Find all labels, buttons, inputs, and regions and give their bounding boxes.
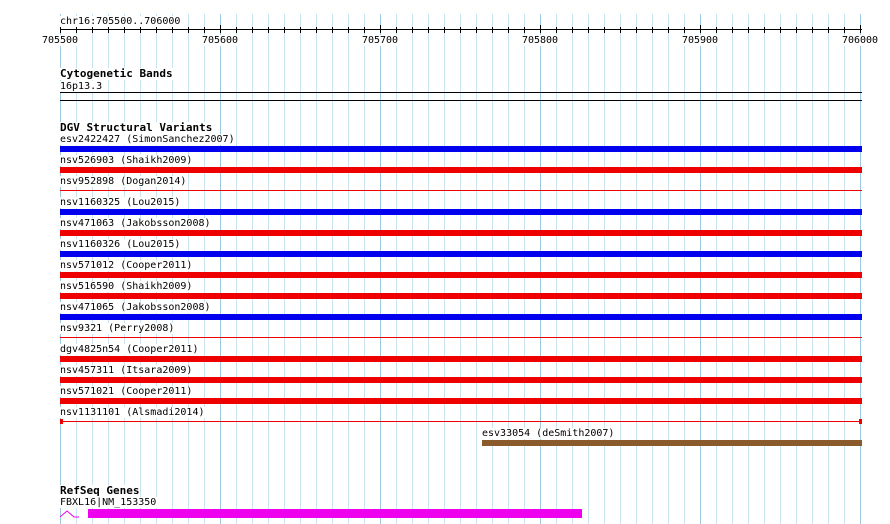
- ruler-tick-label: 706000: [841, 35, 879, 46]
- dgv-feature-label[interactable]: nsv571012 (Cooper2011): [60, 260, 194, 271]
- dgv-feature-bar[interactable]: [60, 398, 862, 404]
- dgv-feature-label[interactable]: nsv471063 (Jakobsson2008): [60, 218, 212, 229]
- dgv-feature-bar[interactable]: [60, 314, 862, 320]
- ruler-tick-label: 705500: [41, 35, 79, 46]
- ruler-tick-label: 705600: [201, 35, 239, 46]
- refseq-track-title: RefSeq Genes: [60, 484, 140, 497]
- dgv-feature-label[interactable]: nsv526903 (Shaikh2009): [60, 155, 194, 166]
- dgv-feature-bar[interactable]: [60, 190, 862, 191]
- cytoband-bar-top: [60, 92, 862, 93]
- region-label: chr16:705500..706000: [60, 16, 182, 27]
- gene-feature[interactable]: [88, 509, 582, 518]
- dgv-feature-bar[interactable]: [60, 272, 862, 278]
- dgv-feature-bar[interactable]: [60, 356, 862, 362]
- dgv-feature-bar[interactable]: [60, 230, 862, 236]
- cytoband-bar-bottom: [60, 100, 862, 101]
- dgv-track-title: DGV Structural Variants: [60, 121, 213, 134]
- dgv-feature-bar[interactable]: [60, 421, 862, 422]
- dgv-feature-label[interactable]: nsv1160326 (Lou2015): [60, 239, 182, 250]
- dgv-feature-label[interactable]: dgv4825n54 (Cooper2011): [60, 344, 200, 355]
- dgv-feature-endcap: [859, 419, 862, 424]
- dgv-feature-bar[interactable]: [60, 337, 862, 338]
- dgv-feature-label[interactable]: esv33054 (deSmith2007): [482, 428, 616, 439]
- dgv-feature-label[interactable]: nsv952898 (Dogan2014): [60, 176, 188, 187]
- dgv-feature-bar[interactable]: [60, 209, 862, 215]
- ruler-tick-label: 705800: [521, 35, 559, 46]
- dgv-feature-bar[interactable]: [60, 146, 862, 152]
- ruler-tick-label: 705900: [681, 35, 719, 46]
- ruler-tick-label: 705700: [361, 35, 399, 46]
- dgv-feature-label[interactable]: esv2422427 (SimonSanchez2007): [60, 134, 236, 145]
- dgv-feature-bar[interactable]: [60, 293, 862, 299]
- dgv-feature-label[interactable]: nsv1160325 (Lou2015): [60, 197, 182, 208]
- gene-intron-icon: [60, 510, 79, 518]
- dgv-feature-label[interactable]: nsv457311 (Itsara2009): [60, 365, 194, 376]
- cytoband-track-title: Cytogenetic Bands: [60, 67, 173, 80]
- dgv-feature-label[interactable]: nsv571021 (Cooper2011): [60, 386, 194, 397]
- dgv-feature-label[interactable]: nsv516590 (Shaikh2009): [60, 281, 194, 292]
- dgv-feature-bar[interactable]: [60, 251, 862, 257]
- dgv-feature-endcap: [60, 419, 63, 424]
- dgv-feature-bar[interactable]: [482, 440, 862, 446]
- dgv-feature-label[interactable]: nsv9321 (Perry2008): [60, 323, 176, 334]
- dgv-feature-bar[interactable]: [60, 377, 862, 383]
- dgv-feature-label[interactable]: nsv1131101 (Alsmadi2014): [60, 407, 206, 418]
- dgv-feature-bar[interactable]: [60, 167, 862, 173]
- cytoband-label: 16p13.3: [60, 81, 104, 92]
- dgv-feature-label[interactable]: nsv471065 (Jakobsson2008): [60, 302, 212, 313]
